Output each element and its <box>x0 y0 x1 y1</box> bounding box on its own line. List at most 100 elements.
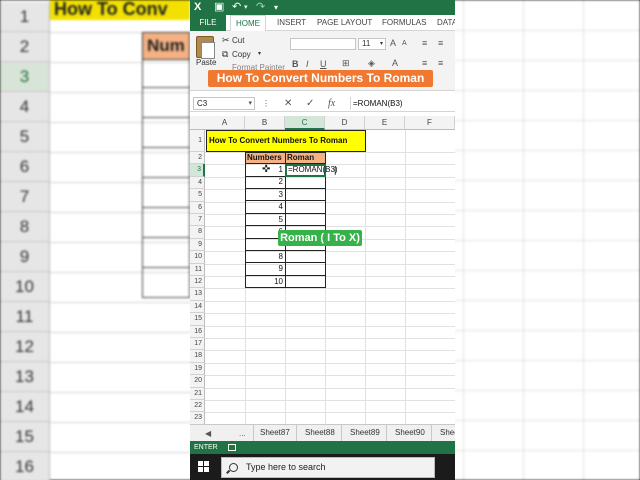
more-sheets-button[interactable]: ... <box>239 425 246 442</box>
tab-home[interactable]: HOME <box>230 15 266 32</box>
sheet-tab[interactable]: Sheet88 <box>299 425 342 441</box>
roman-cell[interactable] <box>285 201 326 214</box>
worksheet-grid[interactable]: ABCDEF 1 2 3 4 5 6 7 8 9 10 11 12 13 14 15 16 17 18 19 20 21… <box>190 116 455 439</box>
row-header-4[interactable]: 4 <box>190 176 205 190</box>
number-cell[interactable]: 2 <box>245 176 286 189</box>
row-header-22[interactable]: 22 <box>190 400 205 413</box>
tab-file[interactable]: FILE <box>190 15 226 31</box>
sheet-tab[interactable]: Sheet89 <box>344 425 387 441</box>
header-roman-cell[interactable]: Roman <box>285 152 326 164</box>
column-header-c[interactable]: C <box>285 116 325 130</box>
number-cell[interactable]: 4 <box>245 201 286 214</box>
roman-cell[interactable] <box>285 263 326 276</box>
enter-formula-button[interactable]: ✓ <box>306 97 314 110</box>
column-header-a[interactable]: A <box>205 116 245 130</box>
redo-icon[interactable]: ↷ <box>256 1 265 14</box>
save-icon[interactable]: ▣ <box>214 1 224 14</box>
row-header-16[interactable]: 16 <box>190 325 205 338</box>
cut-button[interactable]: Cut <box>232 36 244 45</box>
increase-font-button[interactable]: A <box>390 38 396 48</box>
row-header-21[interactable]: 21 <box>190 387 205 400</box>
paste-icon[interactable] <box>196 36 215 59</box>
formula-input[interactable]: =ROMAN(B3) <box>350 97 455 110</box>
insert-function-button[interactable]: fx <box>328 97 335 110</box>
row-header-1[interactable]: 1 <box>190 130 205 152</box>
roman-cell[interactable] <box>285 188 326 202</box>
font-size-value: 11 <box>362 39 371 48</box>
copy-icon[interactable]: ⧉ <box>222 49 228 60</box>
tab-insert[interactable]: INSERT <box>272 15 311 31</box>
sheet-tab[interactable]: Sheet90 <box>389 425 432 441</box>
row-header-20[interactable]: 20 <box>190 375 205 388</box>
sheet-tab[interactable]: Shee <box>434 425 455 441</box>
tab-data[interactable]: DATA <box>432 15 455 31</box>
row-header-15[interactable]: 15 <box>190 313 205 326</box>
tab-page-layout[interactable]: PAGE LAYOUT <box>312 15 377 31</box>
previous-sheet-button[interactable]: ◀ <box>205 425 211 442</box>
row-header-5[interactable]: 5 <box>190 189 205 202</box>
decrease-font-button[interactable]: A <box>402 40 407 47</box>
sheet-title-cell[interactable]: How To Convert Numbers To Roman <box>206 130 366 152</box>
row-header-19[interactable]: 19 <box>190 362 205 376</box>
row-header-10[interactable]: 10 <box>190 251 205 264</box>
row-header-14[interactable]: 14 <box>190 300 205 314</box>
row-header-7[interactable]: 7 <box>190 214 205 227</box>
number-cell[interactable]: 10 <box>245 275 286 289</box>
row-header-9[interactable]: 9 <box>190 238 205 252</box>
font-color-icon[interactable]: A <box>392 58 398 68</box>
windows-start-icon[interactable] <box>198 461 210 473</box>
paste-button-label[interactable]: Paste <box>196 58 216 67</box>
align-left-icon[interactable]: ≡ <box>422 58 427 68</box>
number-cell[interactable]: 9 <box>245 263 286 276</box>
select-all-corner[interactable] <box>190 116 206 130</box>
number-cell[interactable]: 3 <box>245 188 286 202</box>
align-middle-icon[interactable]: ≡ <box>438 38 443 48</box>
font-name-dropdown[interactable] <box>290 38 356 50</box>
borders-icon[interactable]: ⊞ <box>342 58 350 69</box>
row-header-3[interactable]: 3 <box>190 164 205 177</box>
header-numbers-cell[interactable]: Numbers <box>245 152 286 164</box>
row-header-17[interactable]: 17 <box>190 338 205 351</box>
align-top-icon[interactable]: ≡ <box>422 38 427 48</box>
roman-cell[interactable] <box>285 275 326 289</box>
underline-button[interactable]: U <box>320 59 327 69</box>
row-header-11[interactable]: 11 <box>190 263 205 276</box>
column-header-e[interactable]: E <box>365 116 405 130</box>
font-size-dropdown[interactable]: 11 ▾ <box>358 38 386 50</box>
italic-button[interactable]: I <box>306 59 309 69</box>
tab-formulas[interactable]: FORMULAS <box>377 15 431 31</box>
undo-dropdown-icon[interactable]: ▾ <box>244 1 248 14</box>
column-header-f[interactable]: F <box>405 116 455 130</box>
roman-cell[interactable] <box>285 176 326 189</box>
copy-dropdown-icon[interactable]: ▾ <box>258 50 261 57</box>
cancel-formula-button[interactable]: ✕ <box>284 97 292 110</box>
number-cell[interactable]: 8 <box>245 250 286 264</box>
customize-toolbar-icon[interactable]: ▾ <box>274 1 278 14</box>
sheet-tab[interactable]: Sheet87 <box>253 425 297 441</box>
row-header-12[interactable]: 12 <box>190 276 205 289</box>
column-header-d[interactable]: D <box>325 116 365 130</box>
number-cell[interactable]: 5 <box>245 213 286 227</box>
roman-cell[interactable] <box>285 213 326 227</box>
taskbar-search-box[interactable]: Type here to search <box>221 457 435 478</box>
row-header-2[interactable]: 2 <box>190 152 205 165</box>
macro-record-icon[interactable] <box>228 444 236 451</box>
active-cell-input[interactable]: =ROMAN(B3) <box>288 165 338 174</box>
bold-button[interactable]: B <box>292 59 299 69</box>
gridline <box>205 362 455 364</box>
name-box[interactable]: C3 ▾ <box>193 97 255 110</box>
row-header-18[interactable]: 18 <box>190 350 205 363</box>
roman-cell[interactable] <box>285 250 326 264</box>
row-header-23[interactable]: 23 <box>190 412 205 425</box>
row-header-8[interactable]: 8 <box>190 226 205 239</box>
fill-color-icon[interactable]: ◈ <box>368 58 375 69</box>
gridline <box>205 313 455 315</box>
align-center-icon[interactable]: ≡ <box>438 58 443 68</box>
undo-icon[interactable]: ↶ <box>232 1 241 14</box>
column-header-b[interactable]: B <box>245 116 285 130</box>
cut-icon[interactable]: ✂ <box>222 35 230 46</box>
copy-button[interactable]: Copy <box>232 50 251 59</box>
gridline <box>205 338 455 339</box>
row-header-6[interactable]: 6 <box>190 201 205 214</box>
row-header-13[interactable]: 13 <box>190 288 205 301</box>
